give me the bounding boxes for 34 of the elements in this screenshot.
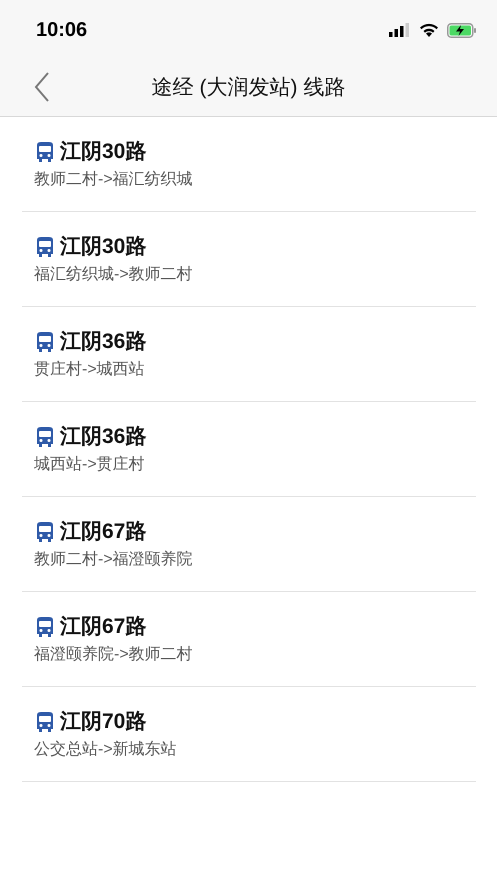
route-list-item[interactable]: 江阴30路 教师二村->福汇纺织城 xyxy=(22,117,476,212)
route-name: 江阴70路 xyxy=(60,709,146,735)
wifi-icon xyxy=(419,23,439,37)
route-list-item[interactable]: 江阴67路 福澄颐养院->教师二村 xyxy=(22,592,476,687)
battery-charging-icon xyxy=(447,22,477,38)
route-direction: 贯庄村->城西站 xyxy=(34,360,146,380)
route-name: 江阴67路 xyxy=(60,614,146,640)
route-direction: 福澄颐养院->教师二村 xyxy=(34,644,194,665)
route-list-item[interactable]: 江阴30路 福汇纺织城->教师二村 xyxy=(22,212,476,307)
route-name: 江阴36路 xyxy=(60,424,146,450)
signal-icon xyxy=(389,23,411,37)
route-direction: 教师二村->福澄颐养院 xyxy=(34,550,194,570)
route-direction: 公交总站->新城东站 xyxy=(34,740,178,760)
route-list-item[interactable]: 江阴67路 教师二村->福澄颐养院 xyxy=(22,497,476,592)
status-time: 10:06 xyxy=(36,18,88,43)
bus-icon xyxy=(34,711,56,733)
bus-icon xyxy=(34,426,56,448)
bus-icon xyxy=(34,616,56,638)
route-name: 江阴67路 xyxy=(60,519,146,545)
bus-icon xyxy=(34,236,56,258)
route-list-item[interactable]: 江阴70路 公交总站->新城东站 xyxy=(22,687,476,782)
route-direction: 教师二村->福汇纺织城 xyxy=(34,170,194,190)
route-list-item[interactable]: 江阴36路 贯庄村->城西站 xyxy=(22,307,476,402)
page-title: 途经 (大润发站) 线路 xyxy=(152,75,346,102)
route-direction: 城西站->贯庄村 xyxy=(34,454,146,475)
back-button[interactable] xyxy=(34,72,50,102)
route-name: 江阴30路 xyxy=(60,234,146,260)
route-name: 江阴36路 xyxy=(60,329,146,355)
route-direction: 福汇纺织城->教师二村 xyxy=(34,264,194,285)
bus-icon xyxy=(34,331,56,353)
bus-icon xyxy=(34,521,56,543)
route-name: 江阴30路 xyxy=(60,139,146,165)
bus-icon xyxy=(34,141,56,163)
route-list-item[interactable]: 江阴36路 城西站->贯庄村 xyxy=(22,402,476,497)
